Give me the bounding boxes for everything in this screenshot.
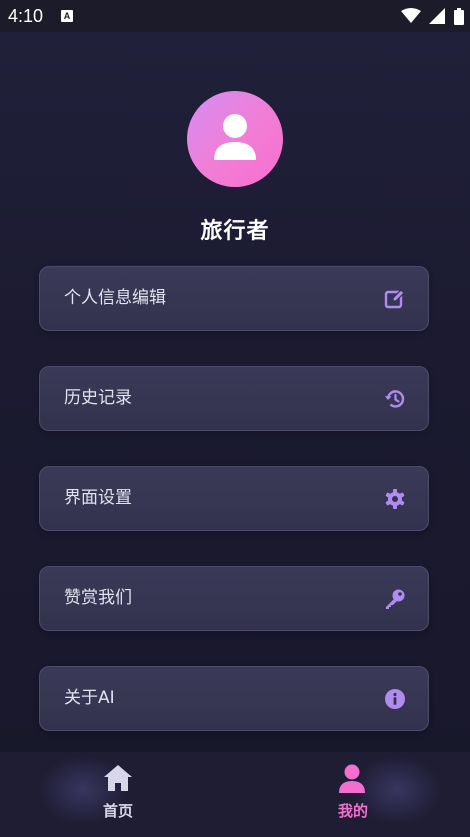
wifi-icon bbox=[400, 8, 421, 23]
menu-item-edit-profile[interactable]: 个人信息编辑 bbox=[39, 266, 429, 331]
menu-item-label: 历史记录 bbox=[64, 388, 132, 408]
menu-item-label: 赞赏我们 bbox=[64, 588, 132, 608]
signal-icon bbox=[428, 8, 445, 24]
username: 旅行者 bbox=[200, 219, 270, 244]
menu-item-label: 界面设置 bbox=[64, 488, 132, 508]
nav-home[interactable]: 首页 bbox=[68, 762, 168, 822]
nav-mine-label: 我的 bbox=[337, 802, 368, 820]
nav-home-label: 首页 bbox=[102, 802, 133, 820]
edit-icon bbox=[384, 289, 405, 309]
history-icon bbox=[385, 390, 405, 408]
home-icon bbox=[104, 765, 132, 791]
avatar[interactable] bbox=[187, 91, 283, 187]
menu-item-donate[interactable]: 赞赏我们 bbox=[39, 566, 429, 631]
status-time: 4:10 bbox=[8, 6, 44, 26]
menu-item-about-ai[interactable]: 关于AI bbox=[39, 666, 429, 731]
status-icons bbox=[400, 8, 464, 25]
key-icon bbox=[386, 589, 405, 609]
menu-item-label: 个人信息编辑 bbox=[64, 288, 166, 308]
status-indicator: A bbox=[61, 10, 73, 22]
info-icon bbox=[385, 689, 405, 709]
person-icon bbox=[339, 764, 365, 793]
menu-item-ui-settings[interactable]: 界面设置 bbox=[39, 466, 429, 531]
menu-item-history[interactable]: 历史记录 bbox=[39, 366, 429, 431]
battery-icon bbox=[454, 8, 464, 25]
status-bar: 4:10 A bbox=[0, 0, 470, 32]
gear-icon bbox=[385, 489, 405, 509]
nav-mine[interactable]: 我的 bbox=[303, 762, 403, 822]
person-icon bbox=[214, 114, 256, 160]
menu-item-label: 关于AI bbox=[64, 688, 115, 708]
